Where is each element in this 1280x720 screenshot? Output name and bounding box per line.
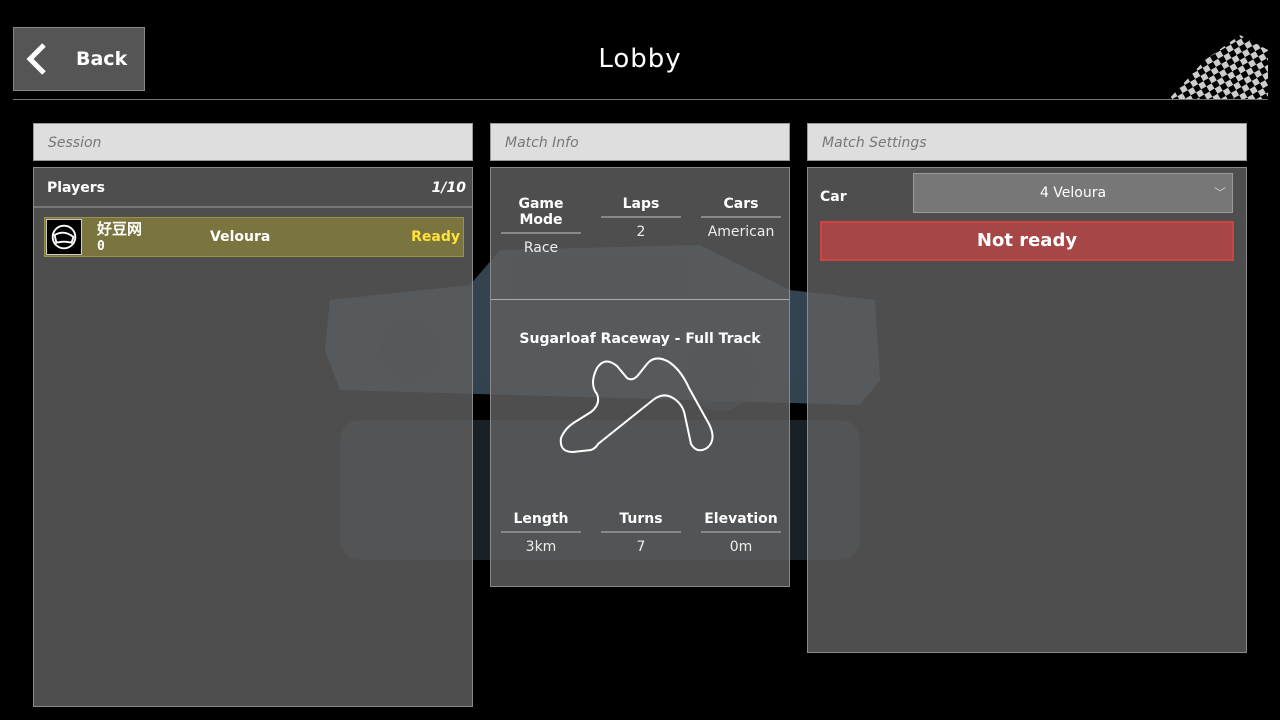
track-name: Sugarloaf Raceway - Full Track xyxy=(519,331,761,347)
laps-label: Laps xyxy=(601,196,681,218)
length-info: Length 3km xyxy=(501,511,581,555)
elevation-info: Elevation 0m xyxy=(701,511,781,555)
player-row[interactable]: 好豆网 0 Veloura Ready xyxy=(44,217,464,257)
helmet-icon xyxy=(46,219,82,255)
players-divider xyxy=(34,206,472,208)
length-value: 3km xyxy=(525,539,557,555)
session-panel: Players 1/10 好豆网 0 Veloura Ready xyxy=(33,167,473,707)
match-info-header: Match Info xyxy=(490,123,790,161)
cars-label: Cars xyxy=(701,196,781,218)
header-divider xyxy=(13,99,1267,100)
checkered-flag-icon xyxy=(1168,35,1268,100)
track-map-icon xyxy=(559,357,714,454)
session-header: Session xyxy=(33,123,473,161)
length-label: Length xyxy=(501,511,581,533)
players-count: 1/10 xyxy=(431,180,466,196)
players-label: Players xyxy=(47,180,105,196)
laps-info: Laps 2 xyxy=(601,196,681,240)
turns-label: Turns xyxy=(601,511,681,533)
cars-value: American xyxy=(707,224,775,240)
match-settings-header: Match Settings xyxy=(807,123,1247,161)
chevron-down-icon: ﹀ xyxy=(1213,186,1226,200)
turns-value: 7 xyxy=(636,539,646,555)
player-score: 0 xyxy=(97,239,105,254)
match-settings-panel: Car 4 Veloura ﹀ Not ready xyxy=(807,167,1247,653)
game-mode-info: Game Mode Race xyxy=(501,196,581,256)
car-select-value: 4 Veloura xyxy=(1039,185,1107,201)
turns-info: Turns 7 xyxy=(601,511,681,555)
match-info-panel: Game Mode Race Laps 2 Cars American Suga… xyxy=(490,167,790,587)
match-info-divider xyxy=(491,299,789,300)
player-name: 好豆网 xyxy=(97,220,143,238)
car-label: Car xyxy=(820,189,847,205)
player-status: Ready xyxy=(411,229,460,245)
ready-toggle-button[interactable]: Not ready xyxy=(820,221,1234,261)
laps-value: 2 xyxy=(636,224,646,240)
game-mode-label: Game Mode xyxy=(501,196,581,234)
elevation-label: Elevation xyxy=(701,511,781,533)
players-header: Players 1/10 xyxy=(34,168,472,208)
elevation-value: 0m xyxy=(729,539,753,555)
cars-info: Cars American xyxy=(701,196,781,240)
car-select[interactable]: 4 Veloura ﹀ xyxy=(913,173,1233,213)
player-car: Veloura xyxy=(210,229,271,245)
game-mode-value: Race xyxy=(523,240,559,256)
page-title: Lobby xyxy=(598,44,682,74)
